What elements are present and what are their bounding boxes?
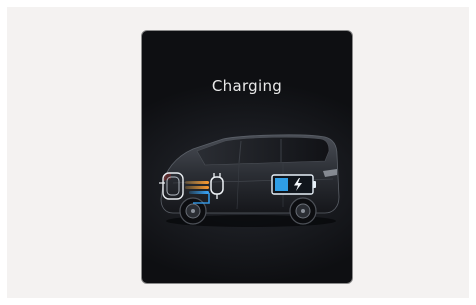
charging-status-screen: Charging [141, 30, 353, 284]
battery-charging-icon [271, 174, 316, 195]
charging-status-title: Charging [211, 77, 283, 95]
front-wheel [289, 197, 317, 225]
rear-wheel [179, 197, 207, 225]
vehicle-illustration [153, 127, 343, 237]
